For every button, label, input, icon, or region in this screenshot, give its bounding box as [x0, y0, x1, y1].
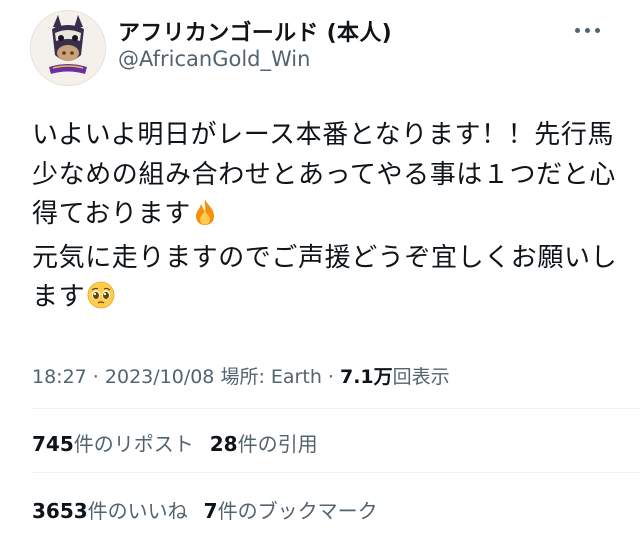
bookmarks-label: 件のブックマーク — [217, 499, 378, 523]
quotes-label: 件の引用 — [237, 432, 318, 456]
likes-link[interactable]: 3653件のいいね — [32, 499, 188, 523]
likes-count: 3653 — [32, 499, 88, 523]
tweet-line-text: 得ております — [32, 199, 191, 229]
tweet-time[interactable]: 18:27 — [32, 366, 87, 388]
tweet-line: 少なめの組み合わせとあってやる事は１つだと心 — [32, 159, 616, 190]
tweet-meta: 18:27 · 2023/10/08 場所: Earth · 7.1万回表示 — [32, 362, 450, 389]
bookmarks-count: 7 — [203, 499, 218, 523]
tweet-header: アフリカンゴールド (本人) @AfricanGold_Win — [30, 10, 610, 86]
quotes-link[interactable]: 28件の引用 — [210, 432, 318, 456]
more-options-icon[interactable] — [572, 18, 604, 42]
divider — [32, 408, 640, 409]
like-stats: 3653件のいいね 7件のブックマーク — [32, 495, 394, 524]
tweet-line: 得ております — [32, 195, 622, 239]
location: Earth — [270, 366, 322, 388]
handle[interactable]: @AfricanGold_Win — [118, 47, 310, 71]
tweet-line: 元気に走りますのでご声援どうぞ宜しくお願いし — [32, 242, 618, 273]
quotes-count: 28 — [209, 432, 238, 456]
tweet-date[interactable]: 2023/10/08 — [105, 366, 215, 388]
tweet-line: ます — [32, 278, 622, 322]
tweet-text: いよいよ明日がレース本番となります！！先行馬 少なめの組み合わせとあってやる事は１… — [32, 116, 622, 322]
pleading-face-icon — [87, 281, 115, 322]
tweet-line: いよいよ明日がレース本番となります！！先行馬 — [32, 120, 615, 150]
tweet-line-text: ます — [32, 282, 86, 312]
reposts-label: 件のリポスト — [73, 432, 194, 456]
likes-label: 件のいいね — [87, 499, 188, 523]
dot — [585, 28, 590, 33]
avatar[interactable] — [30, 10, 106, 86]
views-count: 7.1万 — [339, 366, 393, 388]
dot — [575, 28, 580, 33]
repost-stats: 745件のリポスト 28件の引用 — [32, 428, 334, 457]
bookmarks-link[interactable]: 7件のブックマーク — [204, 499, 378, 523]
reposts-link[interactable]: 745件のリポスト — [32, 432, 194, 456]
display-name[interactable]: アフリカンゴールド (本人) — [118, 15, 392, 47]
fire-icon — [193, 198, 217, 239]
divider — [32, 472, 640, 473]
horse-mascot-icon — [31, 11, 105, 85]
dot — [595, 28, 600, 33]
separator: · — [321, 366, 340, 388]
location-label: 場所: — [220, 366, 271, 388]
separator: · — [86, 366, 105, 388]
views-label: 回表示 — [392, 366, 450, 388]
reposts-count: 745 — [32, 432, 74, 456]
